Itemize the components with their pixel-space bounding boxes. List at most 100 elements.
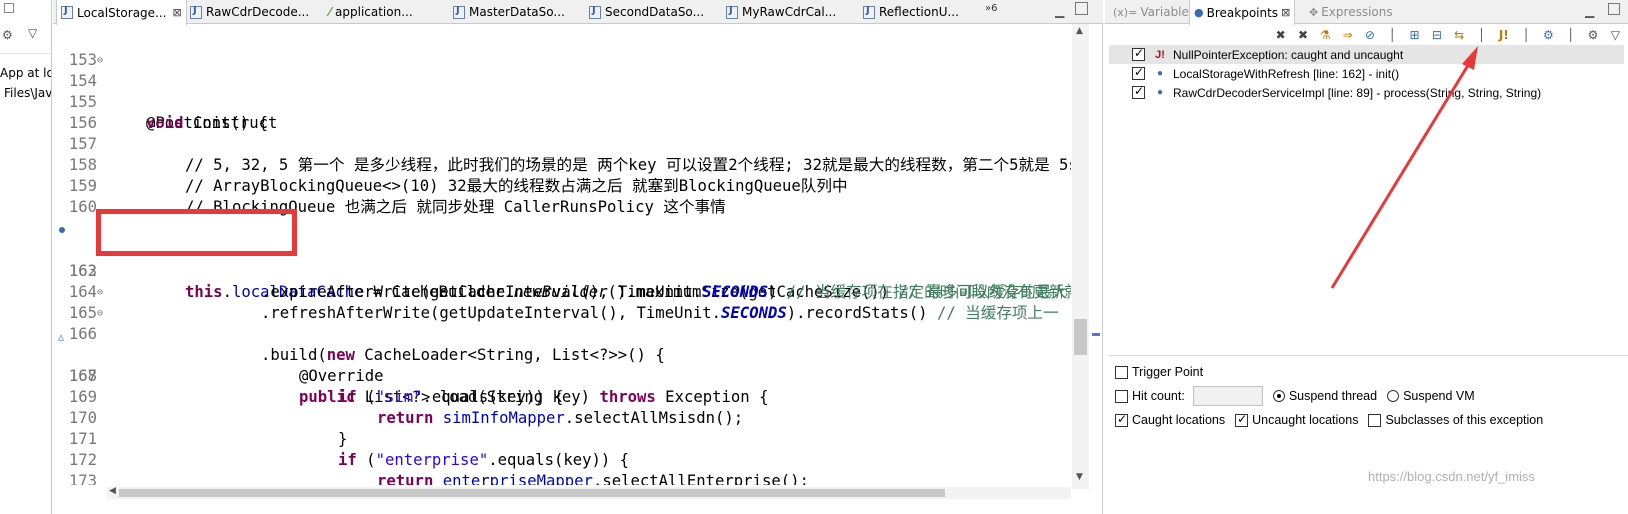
java-file-icon bbox=[61, 5, 73, 19]
link-with-debug-view-icon[interactable]: ⇆ bbox=[1452, 27, 1467, 43]
breakpoint-marker-icon[interactable] bbox=[59, 227, 65, 233]
remove-breakpoint-icon[interactable]: ✖ bbox=[1273, 27, 1288, 43]
breakpoint-item[interactable]: J! NullPointerException: caught and unca… bbox=[1109, 45, 1624, 64]
overview-marker[interactable] bbox=[1092, 333, 1100, 336]
code-line: 158 // ArrayBlockingQueue<>(10) 32最大的线程数… bbox=[53, 134, 1071, 195]
tab-expressions[interactable]: ✥ Expressions bbox=[1305, 0, 1397, 24]
link-editor-icon[interactable]: ⚙ bbox=[2, 28, 13, 42]
tree-item[interactable]: Files\Jav bbox=[4, 86, 51, 100]
scroll-down-icon[interactable]: ▼ bbox=[1076, 472, 1083, 482]
view-menu-icon[interactable]: ▽ bbox=[1608, 27, 1623, 43]
tab-label: MyRawCdrCal... bbox=[742, 5, 837, 19]
skip-all-breakpoints-icon[interactable]: ⊘ bbox=[1362, 27, 1377, 43]
separator-icon: │ bbox=[1388, 28, 1396, 42]
uncaught-locations-checkbox[interactable] bbox=[1235, 412, 1249, 427]
tree-item[interactable]: App at lo bbox=[0, 66, 51, 80]
uncaught-locations-label: Uncaught locations bbox=[1252, 413, 1359, 427]
breakpoint-enabled-checkbox[interactable] bbox=[1132, 84, 1145, 99]
add-java-exception-breakpoint-icon[interactable]: J! bbox=[1496, 27, 1511, 43]
editor-tab[interactable]: ⁄ application... bbox=[325, 0, 417, 24]
overview-ruler[interactable] bbox=[1090, 24, 1103, 489]
code-area[interactable]: 153 154 ⊖ @PostConstruct 155 void init()… bbox=[53, 29, 1071, 485]
hit-count-label: Hit count: bbox=[1132, 389, 1185, 403]
editor-tab[interactable]: ReflectionU... bbox=[859, 0, 963, 24]
scrollbar-thumb[interactable] bbox=[119, 489, 945, 497]
tab-label: ReflectionU... bbox=[879, 5, 959, 19]
editor-tab[interactable]: RawCdrDecode... bbox=[186, 0, 313, 24]
project-explorer-panel: ⚙ ▽ App at lo Files\Jav bbox=[0, 0, 52, 514]
fold-icon[interactable]: ⊖ bbox=[97, 282, 103, 303]
close-icon[interactable]: ⊠ bbox=[1281, 6, 1290, 19]
tab-overflow-indicator[interactable]: »6 bbox=[985, 3, 997, 14]
suspend-vm-label: Suspend VM bbox=[1403, 389, 1475, 403]
import-breakpoints-icon[interactable]: ⚙ bbox=[1541, 27, 1556, 43]
breakpoint-label: NullPointerException: caught and uncaugh… bbox=[1173, 47, 1404, 62]
breakpoint-item[interactable]: ● RawCdrDecoderServiceImpl [line: 89] - … bbox=[1109, 83, 1624, 102]
vertical-scrollbar[interactable]: ▲ ▼ bbox=[1072, 24, 1089, 489]
go-to-file-icon[interactable]: ⇒ bbox=[1340, 27, 1355, 43]
subclasses-label: Subclasses of this exception bbox=[1385, 413, 1544, 427]
suspend-thread-label: Suspend thread bbox=[1288, 389, 1378, 403]
close-icon[interactable]: ⊠ bbox=[173, 6, 182, 19]
collapse-all-icon[interactable]: ⊟ bbox=[1429, 27, 1444, 43]
breakpoint-label: LocalStorageWithRefresh [line: 162] - in… bbox=[1173, 66, 1400, 81]
hit-count-row: Hit count: Suspend thread Suspend VM bbox=[1115, 386, 1475, 406]
trigger-point-checkbox[interactable] bbox=[1115, 365, 1128, 379]
java-file-icon bbox=[190, 5, 202, 19]
hit-count-input[interactable] bbox=[1192, 386, 1263, 406]
minimize-icon[interactable]: ▁ bbox=[1055, 4, 1064, 18]
code-line: 174 return null; bbox=[53, 471, 1071, 485]
minimize-icon[interactable]: ▁ bbox=[1585, 4, 1594, 18]
code-line: 170 } bbox=[53, 387, 1071, 448]
java-file-icon bbox=[589, 5, 601, 19]
breakpoint-enabled-checkbox[interactable] bbox=[1132, 65, 1145, 80]
tab-label: Expressions bbox=[1321, 5, 1393, 19]
breakpoints-list: J! NullPointerException: caught and unca… bbox=[1109, 45, 1624, 355]
code-line: △ 167 public List<?> load(String key) th… bbox=[53, 324, 1071, 406]
exception-breakpoint-icon: J! bbox=[1155, 48, 1165, 61]
editor-tab[interactable]: MyRawCdrCal... bbox=[722, 0, 840, 24]
expand-all-icon[interactable]: ⊞ bbox=[1407, 27, 1422, 43]
tab-variables[interactable]: (x)= Variables bbox=[1109, 0, 1199, 24]
breakpoints-view: (x)= Variables ● Breakpoints ⊠ ✥ Express… bbox=[1105, 0, 1628, 514]
editor-tab-bar: LocalStorage... ⊠ RawCdrDecode... ⁄ appl… bbox=[53, 0, 1103, 25]
scroll-up-icon[interactable]: ▲ bbox=[1076, 26, 1083, 36]
code-line: 171 if ("enterprise".equals(key)) { bbox=[53, 408, 1071, 469]
maximize-icon[interactable] bbox=[1075, 2, 1088, 15]
scrollbar-thumb[interactable] bbox=[1074, 319, 1087, 355]
code-line: 172 return enterpriseMapper.selectAllEnt… bbox=[53, 429, 1071, 485]
fold-icon[interactable]: ⊖ bbox=[97, 50, 103, 71]
watermark: https://blog.csdn.net/yf_imiss bbox=[1368, 469, 1535, 484]
view-menu-icon[interactable]: ▽ bbox=[28, 26, 37, 40]
hit-count-checkbox[interactable] bbox=[1115, 389, 1128, 403]
tab-breakpoints[interactable]: ● Breakpoints ⊠ bbox=[1189, 0, 1296, 25]
view-settings-icon[interactable]: ⚙ bbox=[1585, 27, 1600, 43]
horizontal-scrollbar[interactable]: ◀ bbox=[107, 486, 1071, 499]
remove-all-breakpoints-icon[interactable]: ✖ bbox=[1295, 27, 1310, 43]
locations-row: Caught locations Uncaught locations Subc… bbox=[1115, 410, 1543, 430]
tab-label: LocalStorage... bbox=[77, 5, 167, 20]
project-explorer-toolbar: ⚙ ▽ bbox=[0, 0, 51, 54]
scroll-left-icon[interactable]: ◀ bbox=[109, 486, 116, 496]
caught-locations-checkbox[interactable] bbox=[1115, 412, 1128, 427]
tab-label: application... bbox=[335, 5, 413, 19]
editor-tab[interactable]: MasterDataSo... bbox=[449, 0, 569, 24]
suspend-thread-radio[interactable] bbox=[1272, 390, 1285, 402]
divider bbox=[1109, 355, 1628, 356]
code-line: 168 if ("sim".equals(key)) { bbox=[53, 345, 1071, 406]
code-line: 154 ⊖ @PostConstruct bbox=[53, 50, 1071, 132]
fold-icon[interactable]: ⊖ bbox=[97, 303, 103, 324]
show-supported-breakpoints-icon[interactable]: ⚗ bbox=[1318, 27, 1333, 43]
breakpoint-item[interactable]: ● LocalStorageWithRefresh [line: 162] - … bbox=[1109, 64, 1624, 83]
maximize-icon[interactable] bbox=[4, 3, 14, 13]
breakpoint-label: RawCdrDecoderServiceImpl [line: 89] - pr… bbox=[1173, 85, 1542, 100]
editor-tab[interactable]: LocalStorage... ⊠ bbox=[56, 0, 187, 25]
code-line: 153 bbox=[53, 29, 1071, 69]
subclasses-checkbox[interactable] bbox=[1368, 413, 1382, 427]
editor-tab[interactable]: SecondDataSo... bbox=[585, 0, 708, 24]
breakpoints-icon: ● bbox=[1194, 6, 1204, 19]
code-editor: LocalStorage... ⊠ RawCdrDecode... ⁄ appl… bbox=[53, 0, 1103, 514]
suspend-vm-radio[interactable] bbox=[1387, 390, 1400, 402]
breakpoint-enabled-checkbox[interactable] bbox=[1132, 46, 1145, 61]
maximize-icon[interactable] bbox=[1608, 3, 1620, 15]
